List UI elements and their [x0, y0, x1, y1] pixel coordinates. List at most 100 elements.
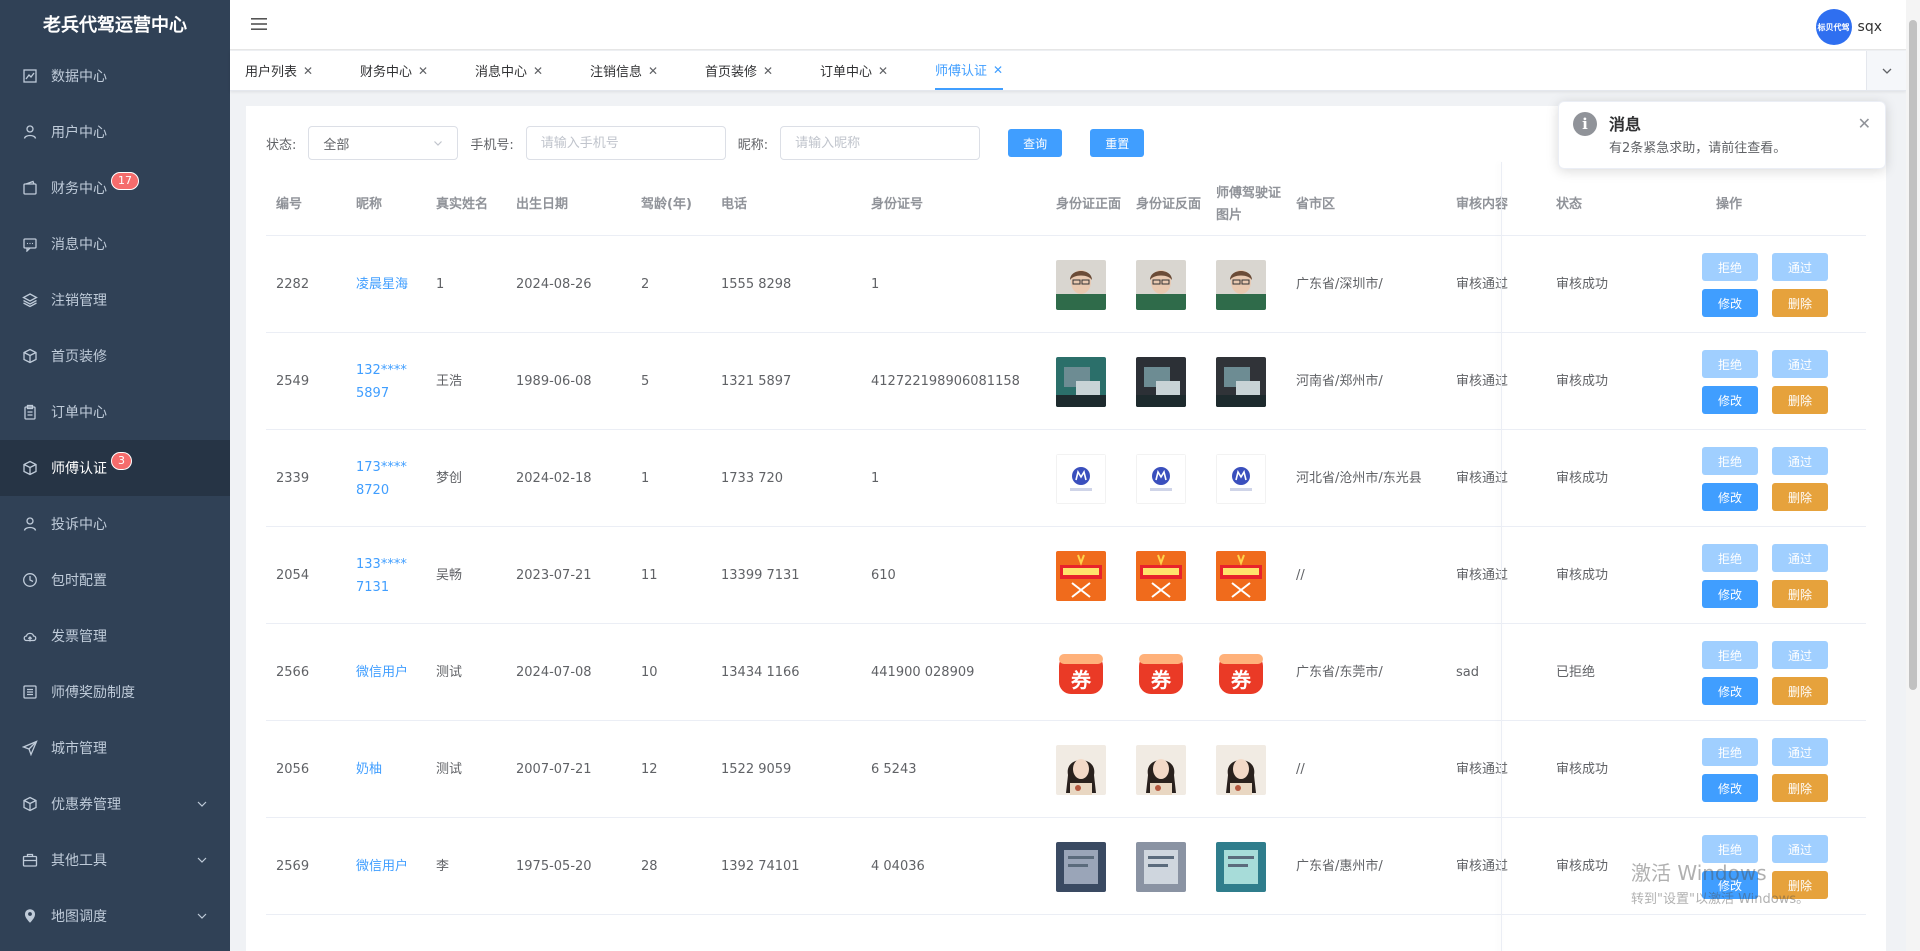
close-icon[interactable]: ✕	[418, 64, 428, 78]
avatar[interactable]: 标贝代驾	[1815, 9, 1852, 45]
notification-message[interactable]: 有2条紧急求助，请前往查看。	[1609, 137, 1786, 156]
id-back-image[interactable]	[1136, 550, 1186, 601]
close-icon[interactable]: ✕	[303, 64, 313, 78]
close-icon[interactable]: ✕	[648, 64, 658, 78]
cell-status: 审核成功	[1556, 374, 1609, 389]
id-front-image[interactable]: 券	[1056, 647, 1106, 698]
edit-button[interactable]: 修改	[1702, 677, 1758, 705]
reject-button[interactable]: 拒绝	[1702, 253, 1758, 281]
edit-button[interactable]: 修改	[1702, 289, 1758, 317]
sidebar-item-2[interactable]: 用户中心	[0, 104, 230, 160]
edit-button[interactable]: 修改	[1702, 774, 1758, 802]
table-row: 2339 173****8720 梦创 2024-02-18 1 1733 720 1 河北省…	[266, 430, 1866, 527]
delete-button[interactable]: 删除	[1772, 677, 1828, 705]
pass-button[interactable]: 通过	[1772, 253, 1828, 281]
close-icon[interactable]: ✕	[993, 63, 1003, 77]
tab-4[interactable]: 注销信息 ✕	[590, 51, 658, 90]
delete-button[interactable]: 删除	[1772, 774, 1828, 802]
id-back-image[interactable]	[1136, 259, 1186, 310]
cell-nick[interactable]: 133****7131	[356, 527, 412, 624]
tabs-dropdown-button[interactable]	[1866, 51, 1906, 90]
sidebar-item-12[interactable]: 师傅奖励制度	[0, 664, 230, 720]
license-image[interactable]	[1216, 259, 1266, 310]
query-button[interactable]: 查询	[1008, 129, 1063, 157]
reject-button[interactable]: 拒绝	[1702, 544, 1758, 572]
pass-button[interactable]: 通过	[1772, 641, 1828, 669]
id-front-image[interactable]	[1056, 744, 1106, 795]
id-front-image[interactable]	[1056, 841, 1106, 892]
username[interactable]: sqx	[1858, 19, 1882, 35]
tab-2[interactable]: 财务中心 ✕	[360, 51, 428, 90]
column-header: 省市区	[1296, 197, 1336, 212]
tab-5[interactable]: 首页装修 ✕	[705, 51, 773, 90]
scrollbar-thumb[interactable]	[1909, 20, 1917, 690]
id-front-image[interactable]	[1056, 356, 1106, 407]
pass-button[interactable]: 通过	[1772, 350, 1828, 378]
pass-button[interactable]: 通过	[1772, 447, 1828, 475]
sidebar-item-5[interactable]: 注销管理	[0, 272, 230, 328]
sidebar-item-16[interactable]: 地图调度	[0, 888, 230, 944]
cell-nick[interactable]: 173****8720	[356, 430, 412, 527]
delete-button[interactable]: 删除	[1772, 289, 1828, 317]
cell-region: //	[1296, 568, 1305, 583]
status-select[interactable]: 全部	[308, 126, 459, 160]
hamburger-icon[interactable]	[250, 15, 268, 33]
delete-button[interactable]: 删除	[1772, 386, 1828, 414]
cell-nick[interactable]: 凌晨星海	[356, 236, 412, 333]
id-front-image[interactable]	[1056, 550, 1106, 601]
id-back-image[interactable]: 券	[1136, 647, 1186, 698]
tab-6[interactable]: 订单中心 ✕	[820, 51, 888, 90]
reject-button[interactable]: 拒绝	[1702, 738, 1758, 766]
id-back-image[interactable]	[1136, 356, 1186, 407]
reset-button[interactable]: 重置	[1090, 129, 1145, 157]
cell-nick[interactable]: 微信用户	[356, 818, 412, 915]
id-front-image[interactable]	[1056, 259, 1106, 310]
sidebar-item-6[interactable]: 首页装修	[0, 328, 230, 384]
user-menu[interactable]: 标贝代驾 sqx	[1815, 9, 1882, 45]
license-image[interactable]	[1216, 550, 1266, 601]
close-icon[interactable]: ✕	[878, 64, 888, 78]
sidebar-item-9[interactable]: 投诉中心	[0, 496, 230, 552]
sidebar-item-7[interactable]: 订单中心	[0, 384, 230, 440]
cell-nick[interactable]: 微信用户	[356, 624, 412, 721]
close-icon[interactable]: ✕	[763, 64, 773, 78]
delete-button[interactable]: 删除	[1772, 483, 1828, 511]
sidebar-item-4[interactable]: 消息中心	[0, 216, 230, 272]
sidebar-item-13[interactable]: 城市管理	[0, 720, 230, 776]
cell-nick[interactable]: 奶柚	[356, 721, 412, 818]
tab-7[interactable]: 师傅认证 ✕	[935, 51, 1004, 90]
edit-button[interactable]: 修改	[1702, 483, 1758, 511]
id-back-image[interactable]	[1136, 744, 1186, 795]
sidebar-item-10[interactable]: 包时配置	[0, 552, 230, 608]
close-icon[interactable]: ✕	[1858, 114, 1871, 133]
nick-input[interactable]	[780, 126, 981, 160]
sidebar-item-3[interactable]: 财务中心 17	[0, 160, 230, 216]
sidebar-item-14[interactable]: 优惠券管理	[0, 776, 230, 832]
close-icon[interactable]: ✕	[533, 64, 543, 78]
pass-button[interactable]: 通过	[1772, 544, 1828, 572]
license-image[interactable]: 券	[1216, 647, 1266, 698]
reject-button[interactable]: 拒绝	[1702, 447, 1758, 475]
id-front-image[interactable]	[1056, 453, 1106, 504]
license-image[interactable]	[1216, 841, 1266, 892]
id-back-image[interactable]	[1136, 453, 1186, 504]
license-image[interactable]	[1216, 453, 1266, 504]
sidebar-item-8[interactable]: 师傅认证 3	[0, 440, 230, 496]
reject-button[interactable]: 拒绝	[1702, 641, 1758, 669]
license-image[interactable]	[1216, 356, 1266, 407]
delete-button[interactable]: 删除	[1772, 580, 1828, 608]
phone-input[interactable]	[525, 126, 726, 160]
cell-nick[interactable]: 132****5897	[356, 333, 412, 430]
tab-3[interactable]: 消息中心 ✕	[475, 51, 543, 90]
edit-button[interactable]: 修改	[1702, 386, 1758, 414]
reject-button[interactable]: 拒绝	[1702, 350, 1758, 378]
edit-button[interactable]: 修改	[1702, 580, 1758, 608]
id-back-image[interactable]	[1136, 841, 1186, 892]
license-image[interactable]	[1216, 744, 1266, 795]
pass-button[interactable]: 通过	[1772, 738, 1828, 766]
sidebar-item-11[interactable]: 发票管理	[0, 608, 230, 664]
page-scrollbar[interactable]	[1906, 0, 1920, 951]
sidebar-item-15[interactable]: 其他工具	[0, 832, 230, 888]
tab-1[interactable]: 用户列表 ✕	[245, 51, 313, 90]
sidebar-item-1[interactable]: 数据中心	[0, 48, 230, 104]
